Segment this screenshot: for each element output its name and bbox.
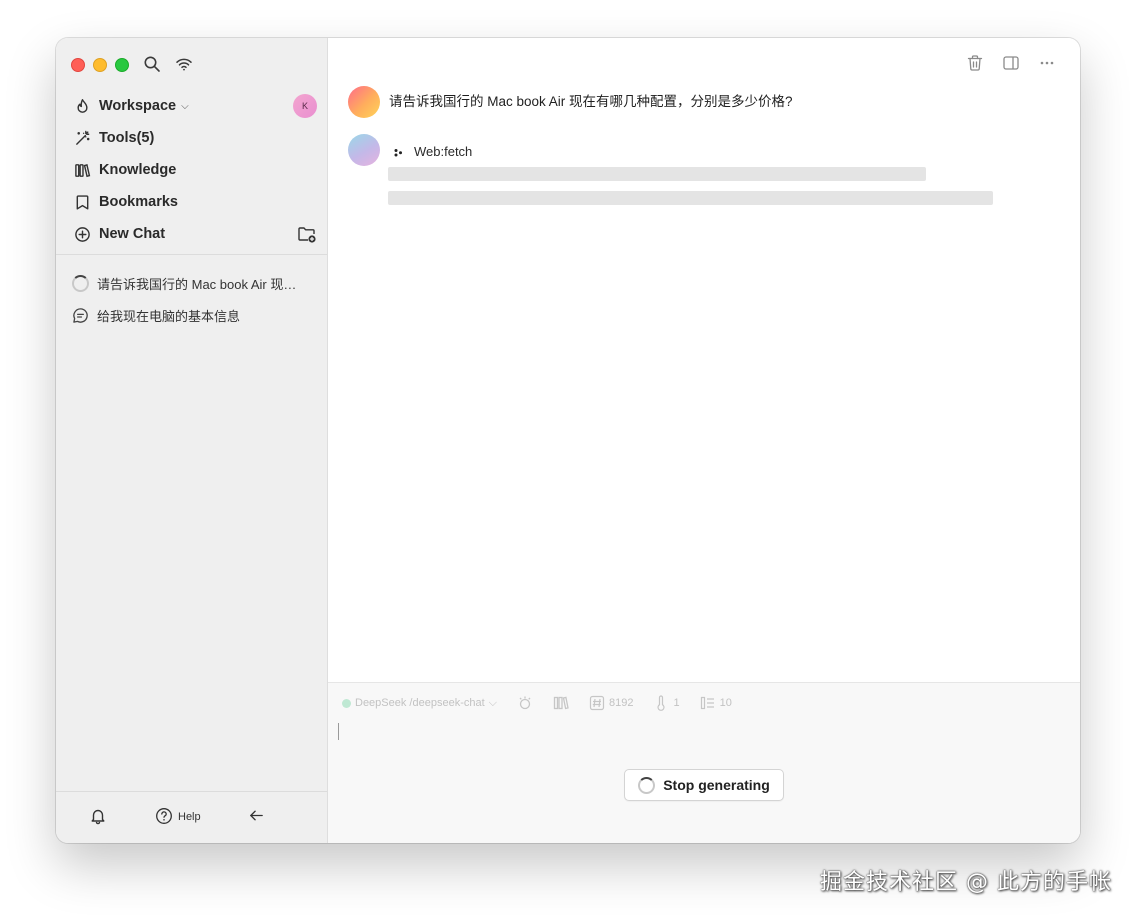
folder-plus-icon[interactable] [297,224,317,244]
chevron-down-icon: ⌵ [181,100,189,112]
avatar[interactable]: K [293,94,317,118]
user-message-text: 请告诉我国行的 Mac book Air 现在有哪几种配置，分别是多少价格? [389,94,793,109]
plus-circle-icon [72,224,92,244]
chevron-down-icon: ⌵ [488,696,497,709]
sidebar: Workspace ⌵ K Tools(5) Knowledge Bookmar… [56,38,328,843]
window-controls [71,58,129,72]
history-item-title: 请告诉我国行的 Mac book Air 现在有哪几种配置，分别是多少价格？ [97,276,307,292]
help-button[interactable]: Help [155,806,201,828]
user-message: 请告诉我国行的 Mac book Air 现在有哪几种配置，分别是多少价格? [348,86,793,118]
sidebar-divider [56,254,327,255]
stop-generating-button[interactable]: Stop generating [624,769,784,801]
max-tokens-button[interactable]: 8192 [589,695,633,711]
help-icon [155,807,173,828]
tool-dots-icon [394,148,402,156]
sidebar-footer: Help [56,792,327,843]
sidebar-item-tools[interactable]: Tools(5) [72,122,317,154]
sidebar-item-label: Knowledge [99,162,177,178]
bell-icon [89,807,107,828]
new-chat-button[interactable]: New Chat [72,218,317,250]
user-avatar [348,86,380,118]
history-item-title: 给我现在电脑的基本信息 [97,308,241,324]
temperature-value: 1 [673,697,680,709]
sidebar-item-label: Tools(5) [99,130,155,146]
sidebar-nav: Workspace ⌵ K Tools(5) Knowledge Bookmar… [72,90,317,250]
stop-button-label: Stop generating [663,777,770,793]
close-window-button[interactable] [71,58,85,72]
model-status-dot [342,698,351,708]
workspace-label: Workspace [99,98,177,114]
sidebar-toggle-icon[interactable] [1002,54,1020,72]
bookmark-icon [72,192,92,212]
loading-skeleton-line [388,167,926,181]
more-icon[interactable] [1038,54,1056,72]
notifications-button[interactable] [89,806,107,828]
max-tokens-value: 8192 [609,697,634,709]
model-selector[interactable]: DeepSeek /deepseek-chat ⌵ [342,697,497,710]
temperature-button[interactable]: 1 [653,695,680,711]
spinner-icon [638,776,656,794]
prompt-button[interactable] [517,695,533,711]
minimize-window-button[interactable] [93,58,107,72]
zoom-window-button[interactable] [115,58,129,72]
chat-panel: 请告诉我国行的 Mac book Air 现在有哪几种配置，分别是多少价格? W… [328,38,1080,843]
loading-skeleton-line [388,191,993,205]
spinner-icon [70,273,90,293]
context-icon [700,696,714,710]
chat-history: 请告诉我国行的 Mac book Air 现在有哪几种配置，分别是多少价格？ 给… [70,267,315,331]
thermometer-icon [657,695,666,711]
history-item[interactable]: 请告诉我国行的 Mac book Air 现在有哪几种配置，分别是多少价格？ [70,267,315,299]
magic-icon [519,696,531,710]
context-count-button[interactable]: 10 [700,695,732,711]
sidebar-item-bookmarks[interactable]: Bookmarks [72,186,317,218]
help-label: Help [178,811,201,823]
magic-wand-icon [72,128,92,148]
books-icon [72,160,92,180]
tool-call-indicator: Web:fetch [392,144,472,159]
workspace-selector[interactable]: Workspace ⌵ K [72,90,317,122]
assistant-avatar [348,134,380,166]
context-count-value: 10 [719,697,732,709]
chat-toolbar [966,54,1056,72]
wifi-icon[interactable] [175,55,193,73]
message-input[interactable] [338,723,339,740]
arrow-left-icon [248,807,265,827]
knowledge-button[interactable] [553,695,569,711]
sidebar-item-label: Bookmarks [99,194,178,210]
app-window: Workspace ⌵ K Tools(5) Knowledge Bookmar… [56,38,1080,843]
trash-icon[interactable] [966,54,984,72]
watermark: 掘金技术社区 @ 此方的手帐 [820,870,1112,895]
flame-icon [72,96,92,116]
assistant-message [348,134,380,166]
tool-call-label: Web:fetch [414,144,473,159]
sidebar-item-label: New Chat [99,226,166,242]
hash-icon [589,695,605,711]
composer-toolbar: DeepSeek /deepseek-chat ⌵ 8192 1 10 [342,695,732,711]
search-icon[interactable] [143,55,161,73]
sidebar-item-knowledge[interactable]: Knowledge [72,154,317,186]
chat-bubble-icon [70,305,90,325]
books-icon [553,696,569,710]
model-label: DeepSeek /deepseek-chat [355,697,485,709]
history-item[interactable]: 给我现在电脑的基本信息 [70,299,315,331]
composer: DeepSeek /deepseek-chat ⌵ 8192 1 10 Stop… [328,682,1080,843]
collapse-sidebar-button[interactable] [248,806,265,828]
